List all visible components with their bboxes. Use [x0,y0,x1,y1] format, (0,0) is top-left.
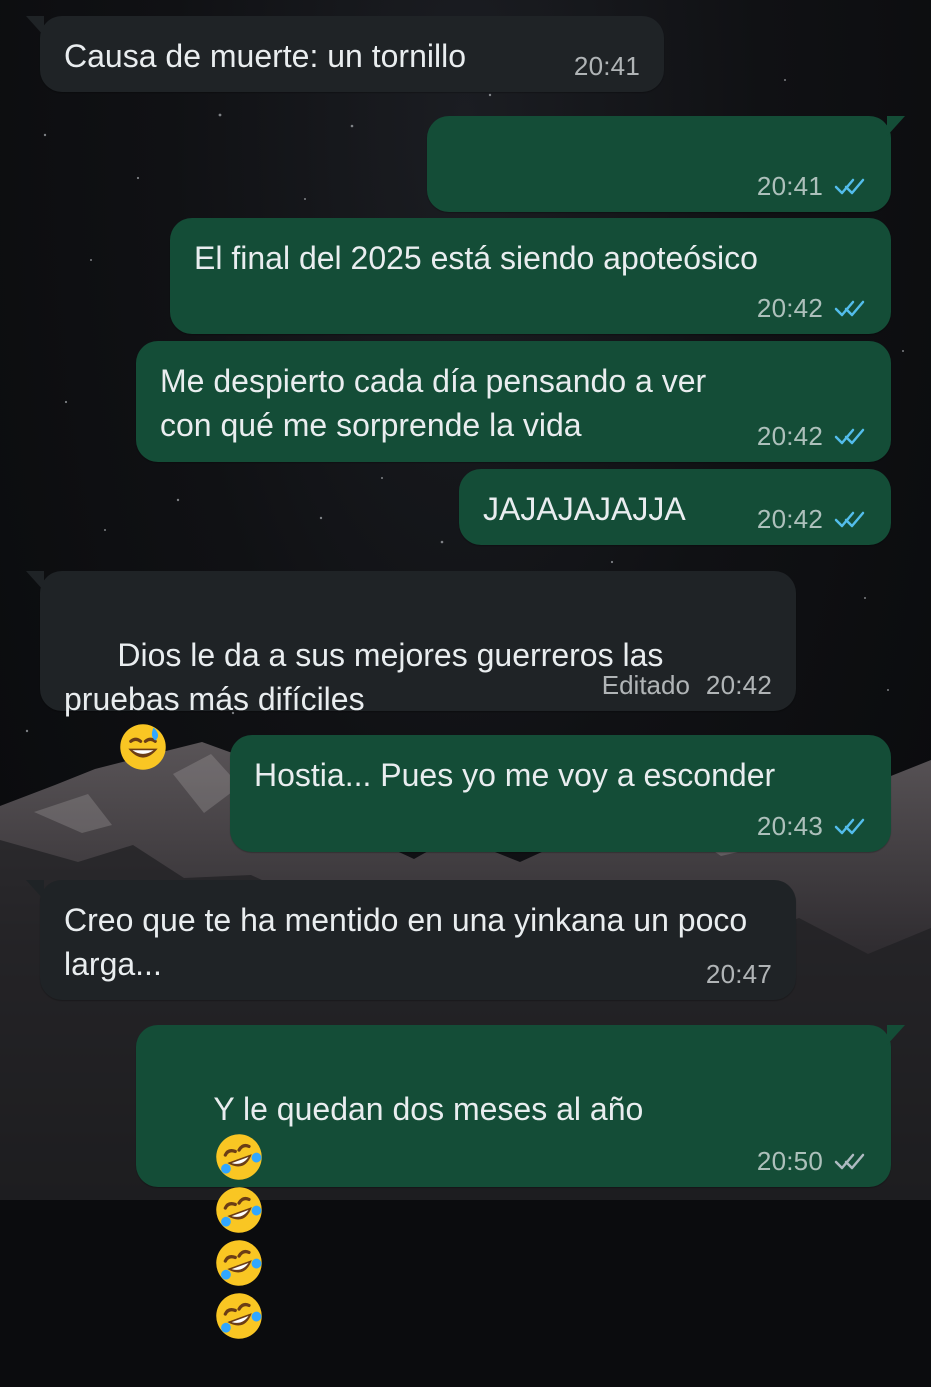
rolling-on-floor-laughing-emoji-icon [216,1134,263,1180]
message-text: Hostia... Pues yo me voy a esconder [254,757,776,793]
message-time: 20:42 [756,504,823,534]
message-text: El final del 2025 está siendo apoteósico [194,240,758,276]
message-time: 20:42 [756,421,823,451]
message-text: Dios le da a sus mejores guerreros las p… [64,637,673,717]
outgoing-message-bubble[interactable]: Y le quedan dos meses al año 20:50 [136,1025,905,1339]
message-text: Creo que te ha mentido en una yinkana un… [64,902,757,982]
incoming-message-bubble[interactable]: Causa de muerte: un tornillo 20:41 [26,16,664,92]
delivered-double-check-icon [834,1153,865,1170]
outgoing-message-bubble[interactable]: El final del 2025 está siendo apoteósico… [170,218,891,334]
message-meta: 20:42 [757,504,867,534]
message-time: 20:50 [756,1146,823,1176]
message-text-with-emoji: Y le quedan dos meses al año [160,1043,837,1387]
message-time: 20:42 [705,670,772,700]
message-meta: 20:41 [757,171,867,201]
rolling-on-floor-laughing-emoji-icon [216,1240,263,1286]
read-double-check-icon [834,511,865,528]
outgoing-message-bubble[interactable]: Hostia... Pues yo me voy a esconder 20:4… [230,735,891,852]
outgoing-message-bubble[interactable]: JAJAJAJAJJA 20:42 [459,469,891,545]
message-meta: 20:43 [757,811,867,841]
read-double-check-icon [834,300,865,317]
read-double-check-icon [834,178,865,195]
conversation-area: Causa de muerte: un tornillo 20:41 20:41… [0,0,931,1339]
message-meta: 20:42 [757,293,867,323]
message-meta: 20:42 [757,421,867,451]
message-meta: 20:47 [706,959,772,989]
outgoing-message-bubble[interactable]: 20:41 [427,116,905,267]
rolling-on-floor-laughing-emoji-icon [216,1293,263,1339]
edited-label: Editado [601,670,690,700]
message-time: 20:43 [756,811,823,841]
message-text: Me despierto cada día pensando a ver con… [160,363,716,443]
message-time: 20:41 [573,51,640,81]
read-double-check-icon [834,428,865,445]
message-meta: 20:50 [757,1146,867,1176]
message-time: 20:42 [756,293,823,323]
message-meta: Editado 20:42 [602,670,772,700]
grinning-face-with-sweat-emoji-icon [120,724,167,770]
incoming-message-bubble[interactable]: Creo que te ha mentido en una yinkana un… [26,880,796,1000]
incoming-message-bubble[interactable]: Dios le da a sus mejores guerreros las p… [26,571,796,770]
message-time: 20:47 [705,959,772,989]
message-text: Causa de muerte: un tornillo [64,38,466,74]
read-double-check-icon [834,818,865,835]
outgoing-message-bubble[interactable]: Me despierto cada día pensando a ver con… [136,341,891,462]
message-time: 20:41 [756,171,823,201]
rolling-on-floor-laughing-emoji-icon [216,1187,263,1233]
message-meta: 20:41 [574,51,640,81]
message-text: Y le quedan dos meses al año [213,1091,644,1127]
